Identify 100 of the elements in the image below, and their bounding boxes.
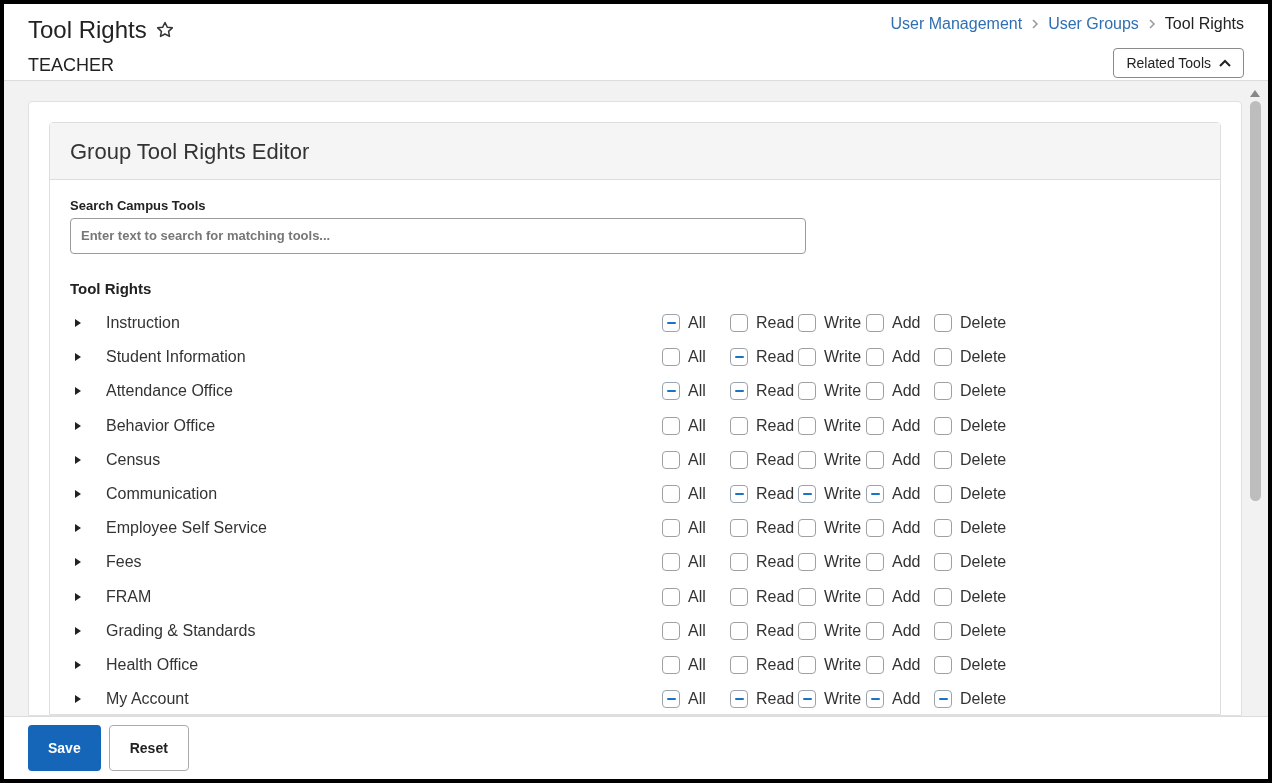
checkbox[interactable] — [866, 450, 884, 469]
checkbox[interactable] — [662, 587, 680, 606]
checkbox[interactable] — [866, 382, 884, 401]
chevron-right-icon — [1030, 18, 1041, 30]
right-label: All — [688, 518, 706, 539]
checkbox[interactable] — [730, 553, 748, 572]
checkbox[interactable] — [798, 382, 816, 401]
checkbox[interactable] — [798, 485, 816, 504]
checkbox[interactable] — [934, 690, 952, 709]
section-label: Tool Rights — [70, 278, 153, 299]
checkbox[interactable] — [798, 416, 816, 435]
checkbox[interactable] — [662, 690, 680, 709]
checkbox[interactable] — [866, 519, 884, 538]
right-label: Delete — [960, 552, 1007, 573]
checkbox[interactable] — [798, 655, 816, 674]
right-label: Read — [756, 620, 795, 641]
expand-arrow-icon[interactable] — [74, 318, 82, 329]
checkbox[interactable] — [798, 587, 816, 606]
checkbox[interactable] — [730, 382, 748, 401]
checkbox[interactable] — [866, 690, 884, 709]
checkbox[interactable] — [934, 587, 952, 606]
checkbox[interactable] — [662, 519, 680, 538]
expand-arrow-icon[interactable] — [74, 694, 82, 705]
checkbox[interactable] — [662, 485, 680, 504]
tool-name: FRAM — [106, 586, 152, 607]
checkbox[interactable] — [934, 519, 952, 538]
scroll-up-icon[interactable] — [1250, 89, 1260, 97]
checkbox[interactable] — [730, 587, 748, 606]
checkbox[interactable] — [798, 450, 816, 469]
checkbox[interactable] — [798, 690, 816, 709]
checkbox[interactable] — [730, 621, 748, 640]
right-label: All — [688, 552, 706, 573]
expand-arrow-icon[interactable] — [74, 352, 82, 363]
checkbox[interactable] — [730, 416, 748, 435]
star-icon[interactable] — [154, 20, 175, 40]
checkbox[interactable] — [866, 553, 884, 572]
right-label: All — [688, 347, 706, 368]
checkbox[interactable] — [662, 348, 680, 367]
scroll-thumb[interactable] — [1249, 101, 1261, 501]
expand-arrow-icon[interactable] — [74, 489, 82, 500]
checkbox[interactable] — [662, 382, 680, 401]
breadcrumb-link[interactable]: User Management — [890, 12, 1023, 36]
expand-arrow-icon[interactable] — [74, 625, 82, 636]
expand-arrow-icon[interactable] — [74, 591, 82, 602]
checkbox[interactable] — [866, 587, 884, 606]
save-button[interactable]: Save — [28, 725, 101, 771]
checkbox[interactable] — [730, 485, 748, 504]
related-tools-button[interactable]: Related Tools — [1113, 48, 1244, 78]
checkbox[interactable] — [934, 655, 952, 674]
search-label: Search Campus Tools — [70, 197, 207, 215]
tool-name: Attendance Office — [106, 381, 233, 402]
checkbox[interactable] — [934, 621, 952, 640]
expand-arrow-icon[interactable] — [74, 420, 82, 431]
expand-arrow-icon[interactable] — [74, 557, 82, 568]
checkbox[interactable] — [730, 348, 748, 367]
checkbox[interactable] — [934, 553, 952, 572]
right-label: Delete — [960, 347, 1007, 368]
checkbox[interactable] — [730, 450, 748, 469]
right-label: Delete — [960, 484, 1007, 505]
checkbox[interactable] — [934, 348, 952, 367]
checkbox[interactable] — [866, 621, 884, 640]
right-label: Read — [756, 381, 795, 402]
checkbox[interactable] — [662, 450, 680, 469]
checkbox[interactable] — [934, 416, 952, 435]
right-label: Write — [824, 654, 862, 675]
checkbox[interactable] — [934, 382, 952, 401]
expand-arrow-icon[interactable] — [74, 386, 82, 397]
checkbox[interactable] — [662, 416, 680, 435]
checkbox[interactable] — [730, 519, 748, 538]
checkbox[interactable] — [798, 519, 816, 538]
checkbox[interactable] — [866, 416, 884, 435]
checkbox[interactable] — [866, 314, 884, 333]
right-label: Read — [756, 518, 795, 539]
right-label: Read — [756, 313, 795, 334]
checkbox[interactable] — [866, 485, 884, 504]
right-label: Add — [892, 381, 921, 402]
checkbox[interactable] — [662, 553, 680, 572]
reset-button[interactable]: Reset — [108, 725, 189, 771]
checkbox[interactable] — [730, 690, 748, 709]
checkbox[interactable] — [662, 655, 680, 674]
expand-arrow-icon[interactable] — [74, 659, 82, 670]
checkbox[interactable] — [798, 348, 816, 367]
checkbox[interactable] — [730, 314, 748, 333]
checkbox[interactable] — [934, 450, 952, 469]
right-label: All — [688, 654, 706, 675]
checkbox[interactable] — [934, 485, 952, 504]
right-label: Add — [892, 313, 921, 334]
checkbox[interactable] — [866, 348, 884, 367]
checkbox[interactable] — [798, 621, 816, 640]
checkbox[interactable] — [798, 553, 816, 572]
checkbox[interactable] — [662, 621, 680, 640]
checkbox[interactable] — [866, 655, 884, 674]
checkbox[interactable] — [662, 314, 680, 333]
breadcrumb-link[interactable]: User Groups — [1048, 12, 1139, 36]
search-field[interactable]: Enter text to search for matching tools... — [70, 217, 806, 254]
checkbox[interactable] — [798, 314, 816, 333]
checkbox[interactable] — [934, 314, 952, 333]
expand-arrow-icon[interactable] — [74, 523, 82, 534]
expand-arrow-icon[interactable] — [74, 454, 82, 465]
checkbox[interactable] — [730, 655, 748, 674]
